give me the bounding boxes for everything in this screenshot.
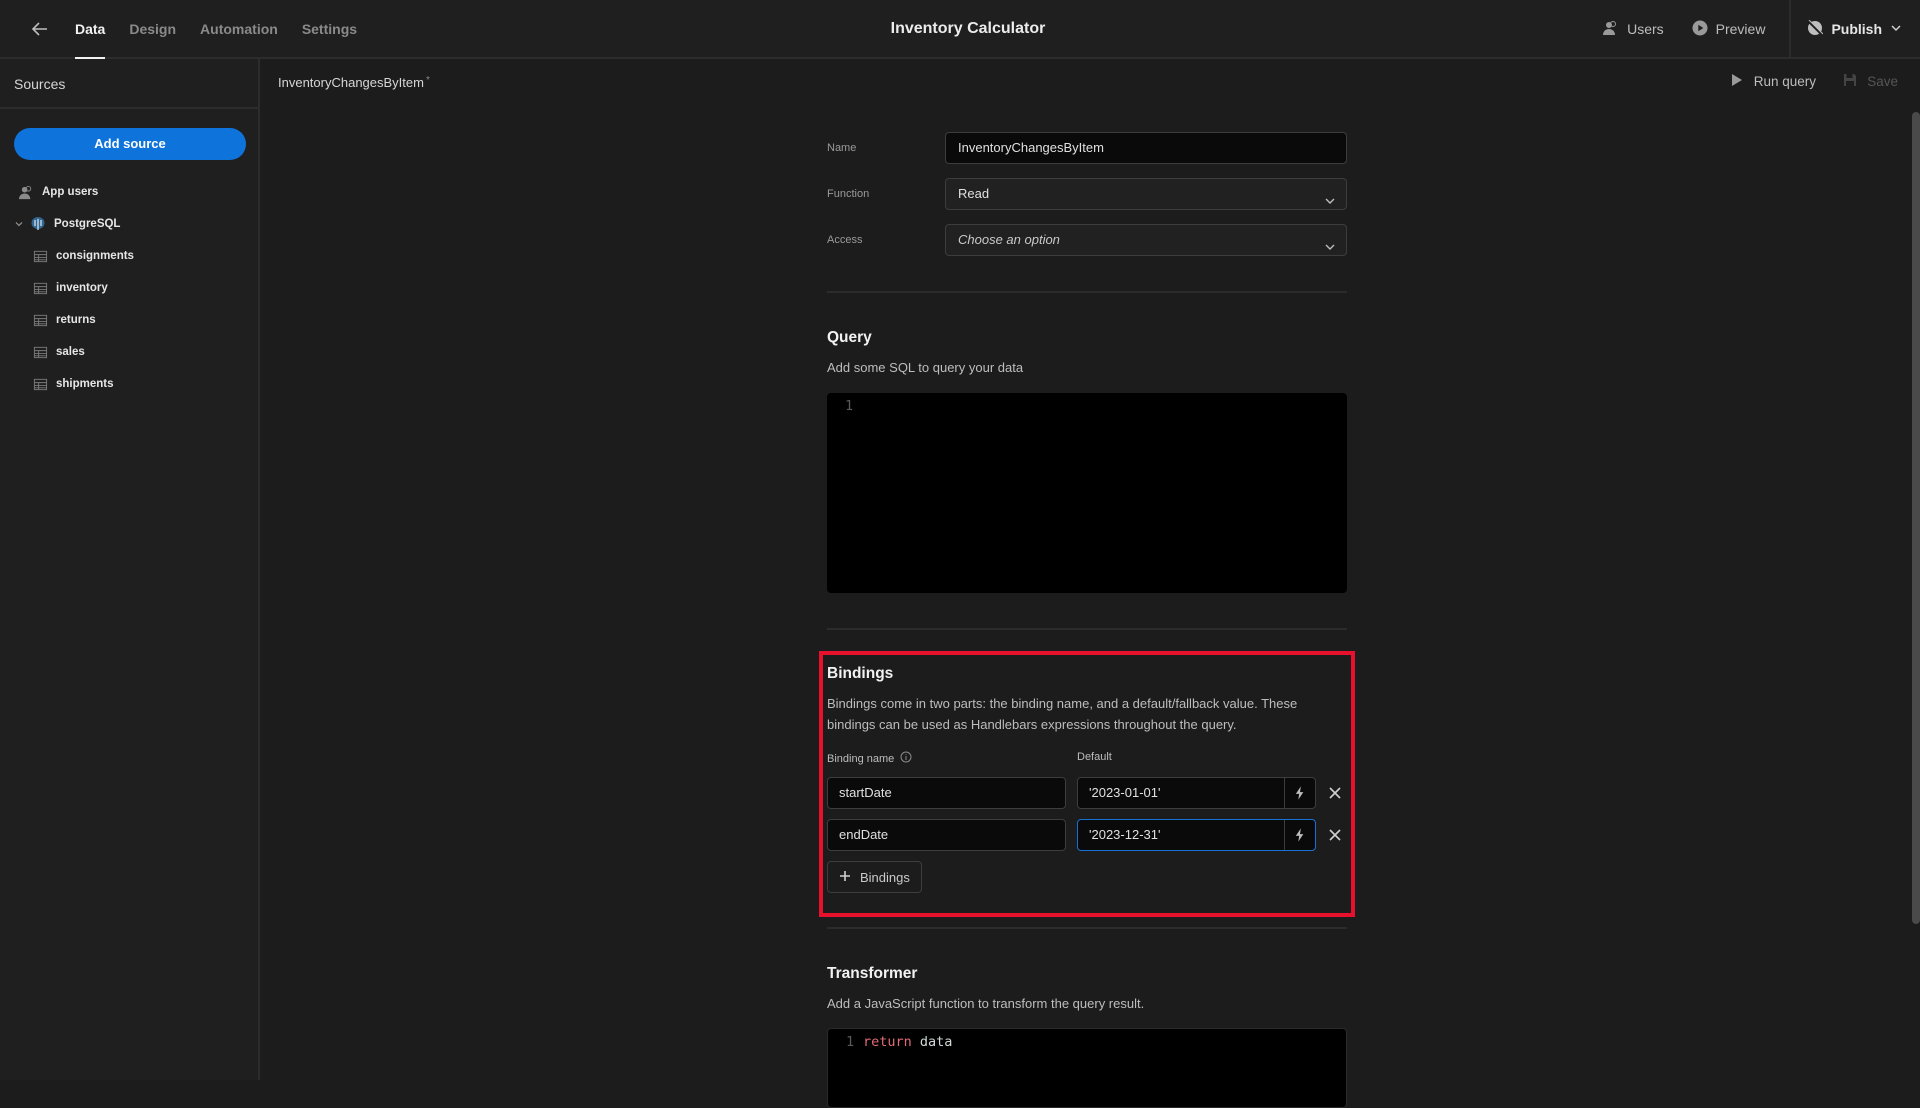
play-circle-icon [1692,20,1708,39]
binding-default-input[interactable]: '2023-01-01' [1077,777,1316,809]
name-label: Name [827,142,857,154]
postgresql-icon [30,216,46,232]
source-item-inventory[interactable]: inventory [0,272,258,304]
table-icon [32,248,48,264]
binding-name-label: Binding name [827,751,912,766]
sources-sidebar: Sources Add source App users PostgreSQL … [0,59,260,1080]
users-button[interactable]: Users [1589,20,1678,39]
lightning-bolt-icon[interactable] [1284,778,1315,808]
lightning-bolt-icon[interactable] [1284,820,1315,850]
binding-name-input[interactable]: endDate [827,819,1066,851]
add-source-button[interactable]: Add source [14,128,246,160]
source-item-label: App users [42,186,99,198]
binding-default-value: '2023-01-01' [1089,785,1161,800]
query-title-text: InventoryChangesByItem [278,75,424,90]
publish-label: Publish [1831,21,1882,37]
table-icon [32,376,48,392]
code-identifier: data [919,1034,953,1050]
name-input[interactable]: InventoryChangesByItem [945,132,1347,164]
globe-off-icon [1807,19,1824,39]
add-binding-label: Bindings [860,869,910,885]
line-number: 1 [846,1034,855,1050]
plus-icon [839,870,851,885]
query-subtitle: Add some SQL to query your data [827,360,1024,375]
publish-button[interactable]: Publish [1791,19,1920,39]
source-item-label: inventory [56,282,108,294]
code-keyword: return [863,1034,912,1050]
source-item-label: consignments [56,250,134,262]
source-item-sales[interactable]: sales [0,336,258,368]
source-item-label: sales [56,346,85,358]
play-icon [1730,73,1744,90]
access-label: Access [827,234,863,246]
transformer-subtitle: Add a JavaScript function to transform t… [827,996,1145,1011]
chevron-down-icon [1890,21,1902,37]
sources-heading: Sources [0,59,258,109]
section-divider [827,628,1347,630]
unsaved-marker: * [425,75,430,86]
section-divider [827,927,1347,929]
main-scrollbar[interactable] [1912,109,1920,939]
chevron-down-icon[interactable] [14,219,24,229]
source-item-shipments[interactable]: shipments [0,368,258,400]
sql-editor[interactable]: 1 [827,393,1347,593]
name-row: Name InventoryChangesByItem [827,132,1347,164]
function-label: Function [827,188,870,200]
access-select[interactable]: Choose an option [945,224,1347,256]
preview-button[interactable]: Preview [1678,20,1784,39]
remove-binding-icon[interactable] [1327,827,1343,843]
remove-binding-icon[interactable] [1327,785,1343,801]
users-icon [1603,20,1619,39]
preview-label: Preview [1715,21,1766,37]
top-bar: Data Design Automation Settings Inventor… [0,0,1920,59]
source-list: App users PostgreSQL consignments invent… [0,176,258,400]
chevron-down-icon [1324,234,1336,250]
transformer-code: return data [863,1034,952,1050]
table-icon [32,312,48,328]
run-query-label: Run query [1753,74,1816,89]
table-icon [32,280,48,296]
chevron-down-icon [1324,188,1336,204]
section-divider [827,291,1347,293]
source-item-label: returns [56,314,96,326]
users-label: Users [1627,21,1664,37]
source-item-consignments[interactable]: consignments [0,240,258,272]
save-button[interactable]: Save [1843,73,1898,90]
save-label: Save [1867,74,1898,89]
access-row: Access Choose an option [827,224,1347,256]
info-icon[interactable] [900,751,912,766]
binding-name-label-text: Binding name [827,752,895,765]
access-placeholder: Choose an option [958,232,1060,247]
query-title: InventoryChangesByItem * [278,75,430,90]
binding-default-input[interactable]: '2023-12-31' [1077,819,1316,851]
transformer-heading: Transformer [827,965,918,982]
users-icon [18,184,34,200]
table-icon [32,344,48,360]
default-label: Default [1077,751,1112,763]
run-query-button[interactable]: Run query [1730,73,1816,90]
source-item-postgresql[interactable]: PostgreSQL [0,208,258,240]
bindings-description: Bindings come in two parts: the binding … [827,696,1298,732]
line-number: 1 [845,398,854,414]
transformer-editor[interactable]: 1 return data [827,1028,1347,1108]
binding-default-value: '2023-12-31' [1089,827,1161,842]
source-item-app-users[interactable]: App users [0,176,258,208]
save-icon [1843,73,1857,90]
source-item-label: shipments [56,378,114,390]
binding-name-input[interactable]: startDate [827,777,1066,809]
add-binding-button[interactable]: Bindings [827,861,922,893]
query-editor-panel: InventoryChangesByItem * Run query Save N… [262,59,1920,1108]
query-heading: Query [827,329,872,346]
function-row: Function Read [827,178,1347,210]
scrollbar-thumb[interactable] [1912,112,1920,924]
function-value: Read [958,186,990,201]
source-item-label: PostgreSQL [54,218,121,230]
bindings-heading: Bindings [827,665,894,682]
top-actions: Users Preview Publish [1589,0,1920,58]
function-select[interactable]: Read [945,178,1347,210]
source-item-returns[interactable]: returns [0,304,258,336]
